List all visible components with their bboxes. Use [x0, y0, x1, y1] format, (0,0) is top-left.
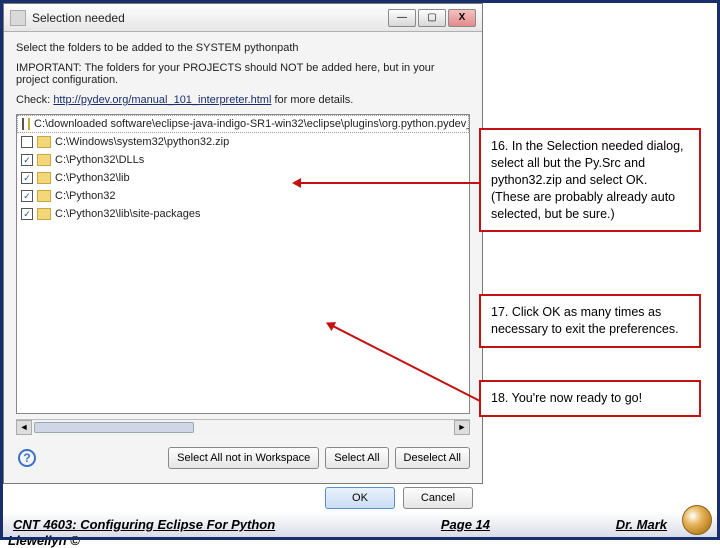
callout-step-16: 16. In the Selection needed dialog, sele… — [479, 128, 701, 232]
list-item[interactable]: C:\Windows\system32\python32.zip — [17, 133, 469, 151]
scroll-left-icon[interactable]: ◄ — [16, 420, 32, 435]
list-item-label: C:\downloaded software\eclipse-java-indi… — [34, 118, 470, 130]
selection-needed-dialog: Selection needed — ▢ X Select the folder… — [3, 3, 483, 484]
checkbox-icon[interactable] — [22, 118, 24, 130]
horizontal-scrollbar[interactable]: ◄ ► — [16, 419, 470, 435]
ok-button[interactable]: OK — [325, 487, 395, 509]
list-item-label: C:\Python32\lib\site-packages — [55, 208, 201, 220]
footer-course-title: CNT 4603: Configuring Eclipse For Python — [13, 517, 275, 532]
list-item-label: C:\Python32\DLLs — [55, 154, 144, 166]
close-button[interactable]: X — [448, 9, 476, 27]
list-item[interactable]: C:\downloaded software\eclipse-java-indi… — [17, 115, 469, 133]
checkbox-icon[interactable] — [21, 190, 33, 202]
list-item-label: C:\Windows\system32\python32.zip — [55, 136, 229, 148]
slide-footer: CNT 4603: Configuring Eclipse For Python… — [3, 512, 717, 537]
folder-icon — [37, 154, 51, 166]
folder-icon — [37, 136, 51, 148]
checkbox-icon[interactable] — [21, 154, 33, 166]
check-link[interactable]: http://pydev.org/manual_101_interpreter.… — [53, 94, 271, 106]
scroll-track[interactable] — [32, 420, 454, 435]
dialog-title: Selection needed — [32, 11, 388, 25]
checkbox-icon[interactable] — [21, 172, 33, 184]
list-item[interactable]: C:\Python32 — [17, 187, 469, 205]
important-text: IMPORTANT: The folders for your PROJECTS… — [16, 62, 470, 86]
check-text: Check: http://pydev.org/manual_101_inter… — [16, 94, 470, 106]
maximize-button[interactable]: ▢ — [418, 9, 446, 27]
folder-icon — [28, 118, 30, 130]
intro-text: Select the folders to be added to the SY… — [16, 42, 470, 54]
footer-page-number: Page 14 — [315, 517, 615, 532]
minimize-button[interactable]: — — [388, 9, 416, 27]
select-all-not-ws-button[interactable]: Select All not in Workspace — [168, 447, 319, 469]
deselect-all-button[interactable]: Deselect All — [395, 447, 470, 469]
checkbox-icon[interactable] — [21, 136, 33, 148]
callout-arrow — [295, 182, 479, 184]
cancel-button[interactable]: Cancel — [403, 487, 473, 509]
footer-author: Dr. Mark — [616, 517, 667, 532]
callout-step-17: 17. Click OK as many times as necessary … — [479, 294, 701, 348]
folder-listbox[interactable]: C:\downloaded software\eclipse-java-indi… — [16, 114, 470, 414]
list-item-label: C:\Python32\lib — [55, 172, 130, 184]
list-item[interactable]: C:\Python32\DLLs — [17, 151, 469, 169]
list-item-label: C:\Python32 — [55, 190, 116, 202]
list-item[interactable]: C:\Python32\lib\site-packages — [17, 205, 469, 223]
folder-icon — [37, 208, 51, 220]
ucf-logo — [682, 505, 712, 535]
folder-icon — [37, 190, 51, 202]
scroll-right-icon[interactable]: ► — [454, 420, 470, 435]
scroll-thumb[interactable] — [34, 422, 194, 433]
footer-cutoff-text: Llewellyn © — [8, 533, 80, 548]
select-all-button[interactable]: Select All — [325, 447, 388, 469]
folder-icon — [37, 172, 51, 184]
dialog-icon — [10, 10, 26, 26]
callout-step-18: 18. You're now ready to go! — [479, 380, 701, 417]
checkbox-icon[interactable] — [21, 208, 33, 220]
list-item[interactable]: C:\Python32\lib — [17, 169, 469, 187]
dialog-titlebar[interactable]: Selection needed — ▢ X — [4, 4, 482, 32]
help-icon[interactable]: ? — [18, 449, 36, 467]
